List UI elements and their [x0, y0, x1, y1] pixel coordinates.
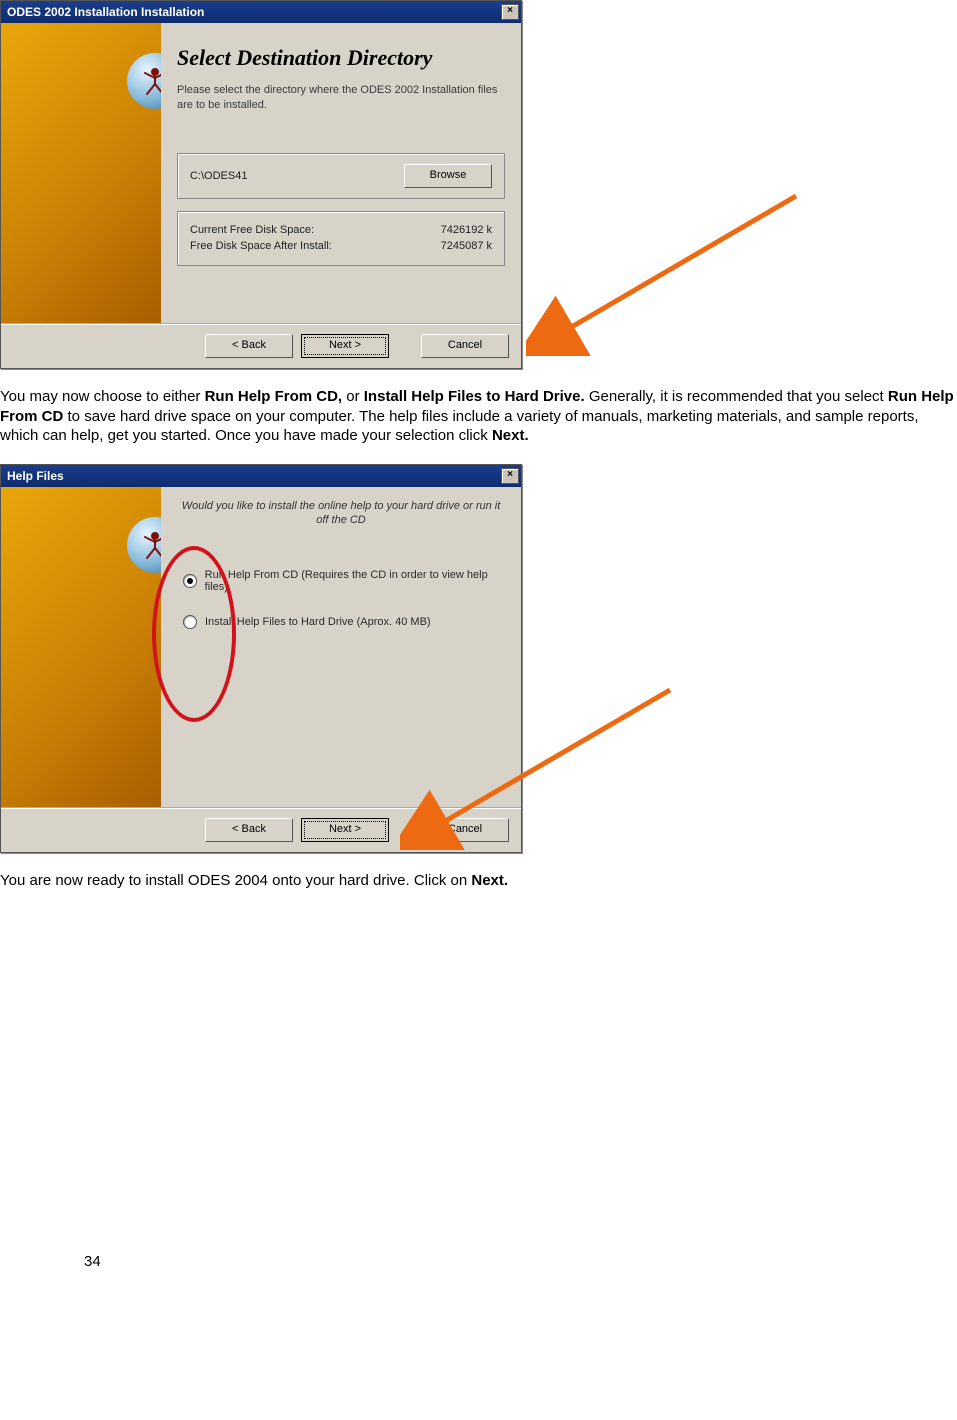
titlebar: Help Files ×: [1, 465, 521, 487]
install-path: C:\ODES41: [190, 170, 396, 182]
back-button[interactable]: < Back: [205, 334, 293, 358]
instruction-paragraph-1: You may now choose to either Run Help Fr…: [0, 387, 955, 446]
annotation-arrow-icon: [526, 186, 816, 356]
current-free-value: 7426192 k: [441, 222, 492, 239]
sidebar-brand-text: ODES 2002: [1, 619, 5, 796]
step-instruction: Please select the directory where the OD…: [177, 83, 505, 113]
radio-run-from-cd[interactable]: Run Help From CD (Requires the CD in ord…: [183, 569, 505, 593]
browse-button[interactable]: Browse: [404, 164, 492, 188]
path-panel: C:\ODES41 Browse: [177, 153, 505, 199]
wizard-sidebar: ODES 2002: [1, 487, 161, 807]
close-icon[interactable]: ×: [501, 4, 519, 20]
sidebar-brand-text: ODES 2002: [1, 136, 5, 313]
back-button[interactable]: < Back: [205, 818, 293, 842]
radio-label: Install Help Files to Hard Drive (Aprox.…: [205, 616, 431, 628]
cancel-button[interactable]: Cancel: [421, 334, 509, 358]
current-free-label: Current Free Disk Space:: [190, 222, 314, 239]
dialog-button-row: < Back Next > Cancel: [1, 807, 521, 852]
next-button[interactable]: Next >: [301, 818, 389, 842]
after-install-label: Free Disk Space After Install:: [190, 238, 332, 255]
disk-space-panel: Current Free Disk Space: 7426192 k Free …: [177, 211, 505, 266]
radio-install-to-drive[interactable]: Install Help Files to Hard Drive (Aprox.…: [183, 615, 505, 629]
close-icon[interactable]: ×: [501, 468, 519, 484]
radio-icon: [183, 615, 197, 629]
next-button[interactable]: Next >: [301, 334, 389, 358]
after-install-value: 7245087 k: [441, 238, 492, 255]
window-title: Help Files: [7, 469, 64, 483]
cancel-button[interactable]: Cancel: [421, 818, 509, 842]
step-prompt: Would you like to install the online hel…: [177, 499, 505, 528]
wizard-sidebar: ODES 2002: [1, 23, 161, 323]
window-title: ODES 2002 Installation Installation: [7, 5, 204, 19]
titlebar: ODES 2002 Installation Installation ×: [1, 1, 521, 23]
dialog-select-destination: ODES 2002 Installation Installation × OD…: [0, 0, 522, 369]
step-heading: Select Destination Directory: [177, 45, 505, 71]
odes-logo-icon: [127, 517, 161, 573]
dialog-button-row: < Back Next > Cancel: [1, 323, 521, 368]
radio-label: Run Help From CD (Requires the CD in ord…: [205, 569, 505, 593]
instruction-paragraph-2: You are now ready to install ODES 2004 o…: [0, 871, 955, 891]
page-number: 34: [84, 1253, 101, 1270]
dialog-help-files: Help Files × ODES 2002: [0, 464, 522, 853]
radio-icon: [183, 574, 197, 588]
help-source-radio-group: Run Help From CD (Requires the CD in ord…: [177, 555, 505, 651]
odes-logo-icon: [127, 53, 161, 109]
